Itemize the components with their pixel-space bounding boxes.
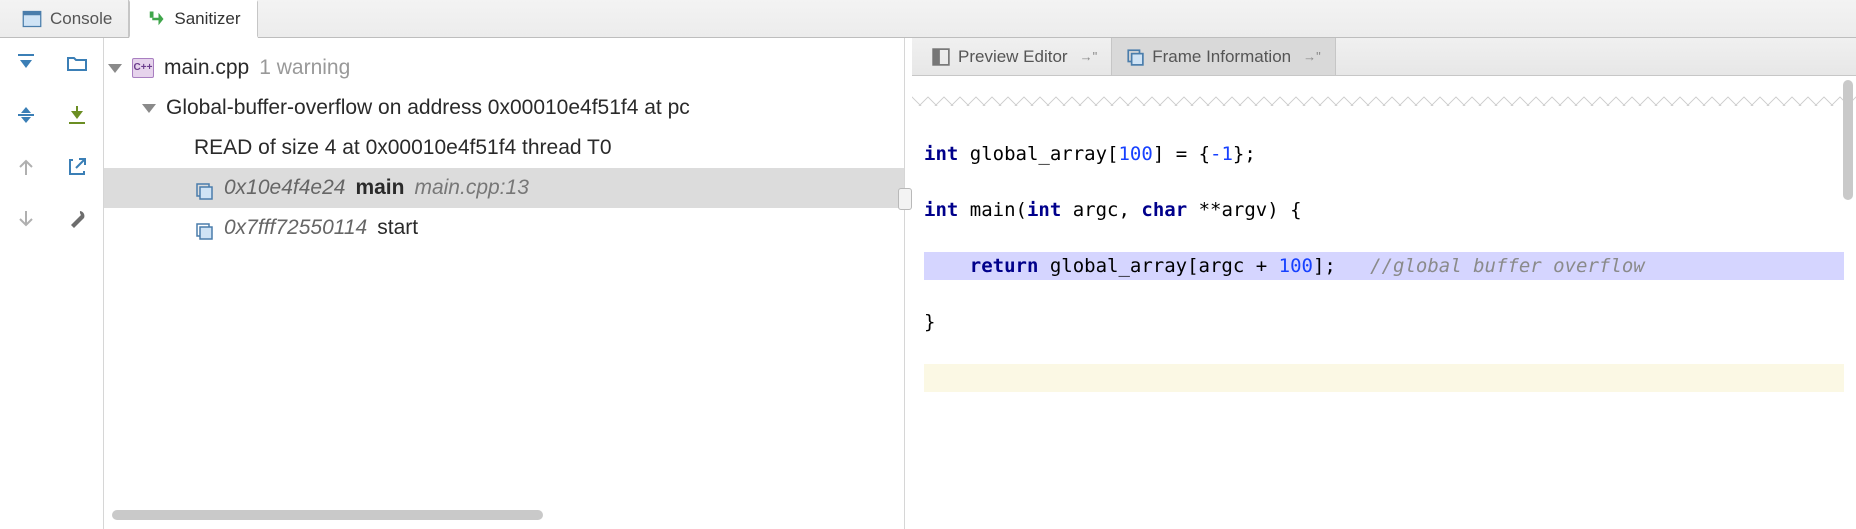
top-tabstrip: Console Sanitizer: [0, 0, 1856, 38]
tab-sanitizer-label: Sanitizer: [174, 9, 240, 29]
frame-info-icon: [1126, 48, 1144, 66]
stackframe-icon: [194, 178, 214, 198]
subtab-preview-editor[interactable]: Preview Editor →": [918, 38, 1112, 75]
tab-console[interactable]: Console: [6, 0, 129, 37]
tree-file-row[interactable]: C++ main.cpp 1 warning: [104, 48, 904, 88]
nav-down-icon[interactable]: [11, 204, 41, 234]
tree-frame-row[interactable]: 0x10e4f4e24 main main.cpp:13: [104, 168, 904, 208]
frame-function: start: [377, 211, 418, 245]
subtab-frame-label: Frame Information: [1152, 47, 1291, 67]
right-subtabs: Preview Editor →" Frame Information →": [912, 38, 1856, 76]
code-line: [924, 364, 1844, 392]
vertical-splitter[interactable]: [904, 38, 912, 529]
tree-file-warning: 1 warning: [259, 51, 350, 85]
tree-frame-row[interactable]: 0x7fff72550114 start: [104, 208, 904, 248]
code-line-highlight: return global_array[argc + 100]; //globa…: [924, 252, 1844, 280]
editor-vertical-scrollbar[interactable]: [1840, 76, 1856, 529]
fold-indicator: [912, 94, 1856, 106]
issue-tree-panel: C++ main.cpp 1 warning Global-buffer-ove…: [104, 38, 904, 529]
code-line: int main(int argc, char **argv) {: [924, 196, 1844, 224]
subtab-frame-info[interactable]: Frame Information →": [1112, 38, 1336, 75]
frame-address: 0x7fff72550114: [224, 211, 367, 245]
frame-address: 0x10e4f4e24: [224, 171, 345, 205]
chevron-down-icon: [108, 64, 122, 73]
sanitizer-icon: [146, 9, 166, 29]
folder-icon[interactable]: [62, 48, 92, 78]
tree-error-text: Global-buffer-overflow on address 0x0001…: [166, 91, 690, 125]
tab-console-label: Console: [50, 9, 112, 29]
console-icon: [22, 9, 42, 29]
settings-wrench-icon[interactable]: [62, 204, 92, 234]
pin-icon: →": [1303, 49, 1321, 64]
code-preview: int global_array[100] = {-1}; int main(i…: [912, 76, 1856, 529]
subtab-preview-label: Preview Editor: [958, 47, 1068, 67]
code-line: int global_array[100] = {-1};: [924, 140, 1844, 168]
left-toolbar: [0, 38, 104, 529]
collapse-down-icon[interactable]: [11, 48, 41, 78]
open-external-icon[interactable]: [62, 152, 92, 182]
tab-sanitizer[interactable]: Sanitizer: [129, 0, 257, 38]
code-line: }: [924, 308, 1844, 336]
split-icon[interactable]: [11, 100, 41, 130]
frame-function: main: [355, 171, 404, 205]
tree-file-name: main.cpp: [164, 51, 249, 85]
tree-error-row[interactable]: Global-buffer-overflow on address 0x0001…: [104, 88, 904, 128]
frame-location: main.cpp:13: [414, 171, 528, 205]
pin-icon: →": [1080, 49, 1098, 64]
preview-editor-icon: [932, 48, 950, 66]
tree-horizontal-scrollbar[interactable]: [112, 507, 896, 523]
stackframe-icon: [194, 218, 214, 238]
nav-up-icon[interactable]: [11, 152, 41, 182]
chevron-down-icon: [142, 104, 156, 113]
tree-read-text: READ of size 4 at 0x00010e4f51f4 thread …: [194, 131, 612, 165]
tree-read-row[interactable]: READ of size 4 at 0x00010e4f51f4 thread …: [104, 128, 904, 168]
cpp-file-icon: C++: [132, 58, 154, 78]
export-down-icon[interactable]: [62, 100, 92, 130]
